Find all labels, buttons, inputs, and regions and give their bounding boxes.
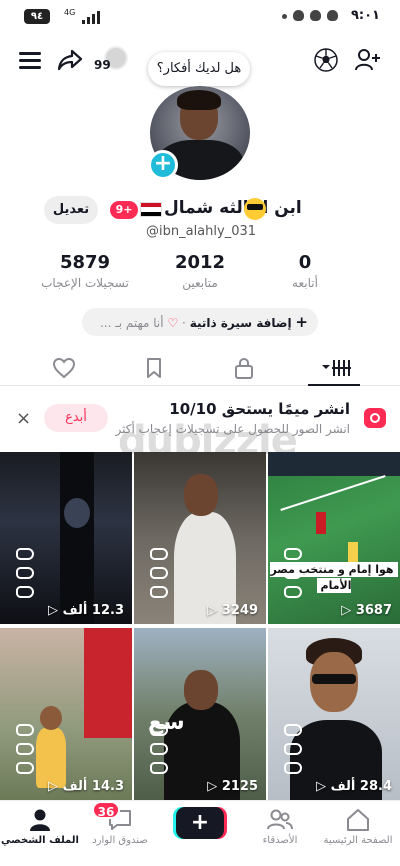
profile-visitors-button[interactable]: 99 (94, 46, 130, 76)
add-story-button[interactable]: + (148, 150, 178, 180)
view-count: 28.4 ألف ▷ (316, 779, 392, 794)
tab-private[interactable] (232, 356, 256, 380)
video-tile[interactable]: 3249 ▷ (134, 452, 266, 624)
age-badge: 9+ (110, 201, 138, 219)
view-count: 14.3 ألف ▷ (48, 779, 124, 794)
heart-icon: ♡ (167, 316, 179, 330)
add-friend-icon[interactable] (354, 46, 382, 74)
share-icon[interactable] (56, 46, 84, 74)
likes-count: 5879 (59, 252, 111, 273)
view-count: 12.3 ألف ▷ (48, 603, 124, 618)
add-bio-label: إضافة سيرة ذاتية (189, 316, 292, 330)
likes-label: تسجيلات الإعجاب (41, 276, 129, 290)
clock: ٩:٠١ (350, 8, 380, 23)
video-grid: 12.3 ألف ▷ 3249 ▷ هوا إمام و منتخب مصر ا… (0, 452, 400, 800)
following-count: 0 (298, 252, 312, 273)
content-tabs (0, 352, 400, 386)
tab-liked[interactable] (52, 356, 76, 380)
plus-icon: + (295, 313, 308, 331)
nav-home-label: الصفحة الرئيسية (323, 835, 393, 846)
create-button[interactable]: أبدع (44, 404, 108, 432)
close-icon[interactable]: × (16, 408, 31, 429)
sunglasses-emoji-icon (244, 198, 266, 220)
meme-promo-card: × أبدع انشر ميمًا يستحق 10/10 انشر الصور… (0, 396, 400, 444)
followers-stat[interactable]: 2012 متابعين (162, 252, 238, 290)
view-count: 3687 ▷ (341, 603, 392, 618)
fingers-crossed-icons (16, 548, 34, 605)
followers-count: 2012 (174, 252, 226, 273)
following-stat[interactable]: 0 أتابعه (262, 252, 348, 290)
video-tile[interactable]: سع 2125 ▷ (134, 628, 266, 800)
add-bio-button[interactable]: + إضافة سيرة ذاتية · ♡ أنا مهتم بـ ... (82, 308, 318, 336)
video-tile[interactable]: هوا إمام و منتخب مصر الأمام 3687 ▷ (268, 452, 400, 624)
bio-separator: · (182, 316, 186, 330)
nav-friends[interactable]: الأصدقاء (240, 807, 320, 846)
nav-home[interactable]: الصفحة الرئيسية (318, 807, 398, 846)
battery-indicator: ٩٤ (24, 9, 50, 24)
interests-label: أنا مهتم بـ ... (99, 316, 164, 330)
friends-icon (267, 809, 293, 830)
promo-subtitle: انشر الصور للحصول على تسجيلات إعجاب أكثر (115, 422, 350, 436)
fingers-crossed-icons (150, 724, 168, 781)
video-tile[interactable]: 12.3 ألف ▷ (0, 452, 132, 624)
bottom-nav: الصفحة الرئيسية الأصدقاء + صندوق الوارد … (0, 800, 400, 866)
ideas-bubble[interactable]: هل لديك أفكار؟ (148, 52, 250, 86)
signal-icon (82, 11, 100, 24)
nav-profile-label: الملف الشخصي (1, 835, 79, 846)
video-grid-icon (322, 360, 351, 376)
menu-icon[interactable] (16, 46, 44, 74)
profile-icon (30, 809, 50, 831)
nav-inbox-label: صندوق الوارد (92, 835, 148, 846)
nav-friends-label: الأصدقاء (262, 835, 298, 846)
promo-title: انشر ميمًا يستحق 10/10 (169, 400, 350, 418)
fingers-crossed-icons (150, 548, 168, 605)
network-indicator: 4G (64, 8, 76, 17)
username: @ibn_alahly_031 (146, 224, 257, 239)
notification-icons (282, 10, 338, 21)
profile-screen: ٩٤ 4G ٩:٠١ 99 هل لديك أفكار؟ + تعديل 9+ … (0, 0, 400, 866)
edit-profile-button[interactable]: تعديل (44, 196, 98, 224)
likes-stat[interactable]: 5879 تسجيلات الإعجاب (20, 252, 150, 290)
camera-icon (364, 408, 386, 428)
inbox-badge: 36 (92, 801, 120, 819)
view-count: 2125 ▷ (207, 779, 258, 794)
followers-label: متابعين (182, 276, 218, 290)
video-caption: هوا إمام و منتخب مصر الأمام (268, 562, 400, 594)
tab-favorites[interactable] (142, 356, 166, 380)
create-video-button[interactable]: + (176, 807, 224, 839)
lock-icon (235, 357, 253, 379)
fingers-crossed-icons (284, 724, 302, 781)
fingers-crossed-icons (16, 724, 34, 781)
display-name: ابن الثالثه شمال (164, 198, 302, 218)
bookmark-icon (147, 358, 161, 378)
stats-row: 0 أتابعه 2012 متابعين 5879 تسجيلات الإعج… (0, 252, 400, 298)
nav-profile[interactable]: الملف الشخصي (0, 807, 80, 846)
name-row: تعديل 9+ ابن الثالثه شمال (0, 196, 400, 226)
following-label: أتابعه (292, 276, 318, 290)
video-tile[interactable]: 28.4 ألف ▷ (268, 628, 400, 800)
visitors-count: 99 (94, 58, 111, 72)
egypt-flag-icon (140, 202, 162, 217)
football-icon[interactable] (312, 46, 340, 74)
video-tile[interactable]: 14.3 ألف ▷ (0, 628, 132, 800)
status-bar: ٩٤ 4G ٩:٠١ (0, 0, 400, 30)
home-icon (347, 809, 369, 831)
view-count: 3249 ▷ (207, 603, 258, 618)
tab-videos[interactable] (308, 356, 360, 386)
heart-outline-icon (52, 357, 76, 379)
